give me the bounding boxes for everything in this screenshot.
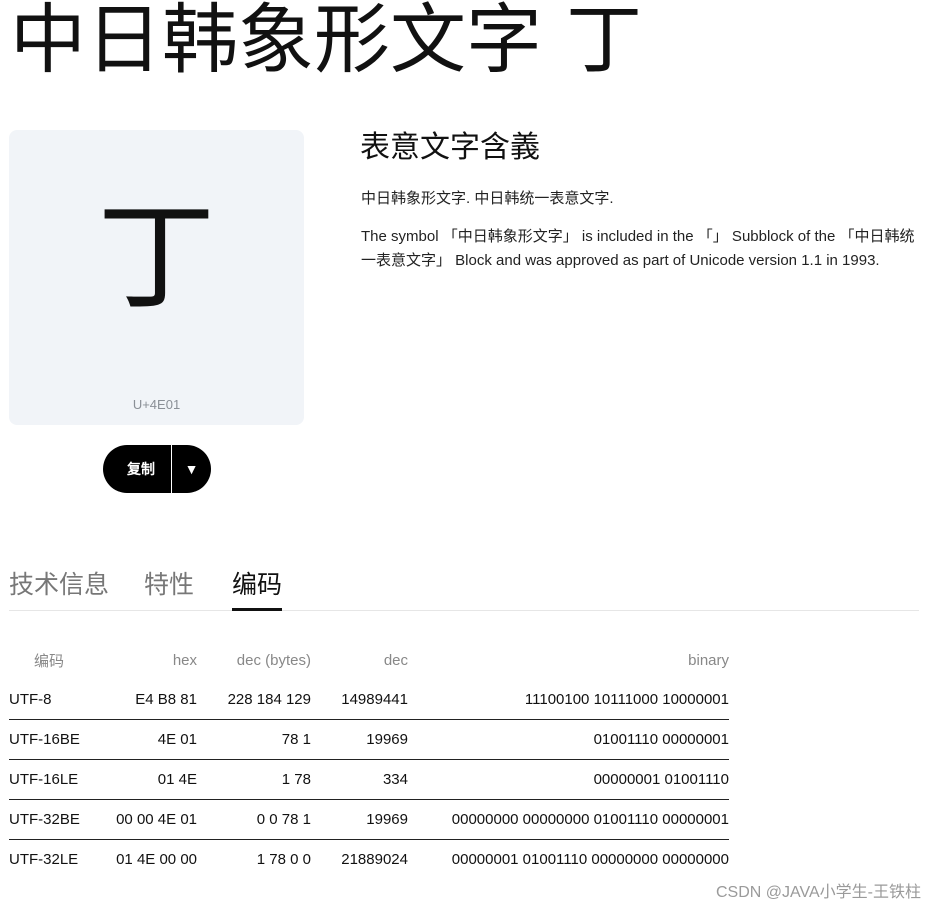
triangle-down-icon: ▼ bbox=[184, 461, 199, 477]
glyph-preview-card: 丁 U+4E01 bbox=[9, 130, 304, 425]
table-row: UTF-32BE 00 00 4E 01 0 0 78 1 19969 0000… bbox=[9, 799, 729, 840]
tab-technical-info[interactable]: 技术信息 bbox=[9, 564, 109, 608]
cell-dec: 14989441 bbox=[311, 680, 408, 720]
cell-dec: 334 bbox=[311, 759, 408, 800]
encoding-table: 编码 hex dec (bytes) dec binary UTF-8 E4 B… bbox=[9, 640, 729, 879]
cell-hex: 01 4E bbox=[89, 759, 197, 800]
meaning-heading: 表意文字含義 bbox=[360, 130, 540, 165]
tab-encoding[interactable]: 编码 bbox=[232, 564, 283, 611]
cell-binary: 00000001 01001110 00000000 00000000 bbox=[451, 851, 729, 868]
copy-button-group: 复制 ▼ bbox=[103, 445, 211, 493]
copy-options-dropdown-button[interactable]: ▼ bbox=[172, 445, 211, 493]
meaning-short-text: 中日韩象形文字. 中日韩统一表意文字. bbox=[361, 190, 614, 207]
table-row: UTF-16BE 4E 01 78 1 19969 01001110 00000… bbox=[9, 719, 729, 760]
table-row: UTF-8 E4 B8 81 228 184 129 14989441 1110… bbox=[9, 680, 729, 720]
meaning-description: The symbol 「中日韩象形文字」 is included in the … bbox=[361, 228, 915, 269]
codepoint-label: U+4E01 bbox=[132, 397, 181, 412]
cell-encoding: UTF-16BE bbox=[9, 719, 89, 760]
cell-dec: 21889024 bbox=[341, 851, 408, 868]
info-tabs: 技术信息 特性 编码 bbox=[9, 564, 919, 611]
column-header-encoding: 编码 bbox=[33, 652, 64, 670]
table-header-row: 编码 hex dec (bytes) dec binary bbox=[9, 640, 729, 680]
page-title: 中日韩象形文字 丁 bbox=[10, 0, 643, 84]
cell-dec: 19969 bbox=[311, 799, 408, 840]
column-header-dec-bytes: dec (bytes) bbox=[236, 651, 311, 669]
cell-hex: 00 00 4E 01 bbox=[89, 799, 197, 840]
cell-binary: 00000000 00000000 01001110 00000001 bbox=[408, 799, 729, 840]
tab-properties[interactable]: 特性 bbox=[144, 564, 194, 608]
cell-binary: 01001110 00000001 bbox=[408, 719, 729, 760]
cell-dec: 19969 bbox=[311, 719, 408, 760]
copy-button[interactable]: 复制 bbox=[103, 445, 171, 493]
cell-hex: 01 4E 00 00 bbox=[116, 851, 197, 868]
cell-encoding: UTF-32BE bbox=[9, 799, 89, 840]
cell-dec-bytes: 228 184 129 bbox=[197, 680, 311, 720]
table-row: UTF-32LE 01 4E 00 00 1 78 0 0 21889024 0… bbox=[9, 840, 729, 880]
cell-dec-bytes: 78 1 bbox=[197, 719, 311, 760]
cell-hex: E4 B8 81 bbox=[89, 680, 197, 720]
glyph-character: 丁 bbox=[97, 188, 216, 326]
cell-binary: 11100100 10111000 10000001 bbox=[408, 680, 729, 720]
cell-encoding: UTF-16LE bbox=[9, 759, 89, 800]
cell-dec-bytes: 0 0 78 1 bbox=[197, 799, 311, 840]
cell-encoding: UTF-8 bbox=[9, 680, 89, 720]
watermark: CSDN @JAVA小学生-王铁柱 bbox=[716, 884, 921, 901]
table-row: UTF-16LE 01 4E 1 78 334 00000001 0100111… bbox=[9, 759, 729, 800]
cell-encoding: UTF-32LE bbox=[9, 851, 79, 868]
cell-dec-bytes: 1 78 0 0 bbox=[256, 851, 311, 868]
column-header-dec: dec bbox=[383, 651, 408, 669]
column-header-hex: hex bbox=[172, 651, 197, 669]
cell-hex: 4E 01 bbox=[89, 719, 197, 760]
cell-dec-bytes: 1 78 bbox=[197, 759, 311, 800]
cell-binary: 00000001 01001110 bbox=[408, 759, 729, 800]
column-header-binary: binary bbox=[688, 651, 729, 669]
